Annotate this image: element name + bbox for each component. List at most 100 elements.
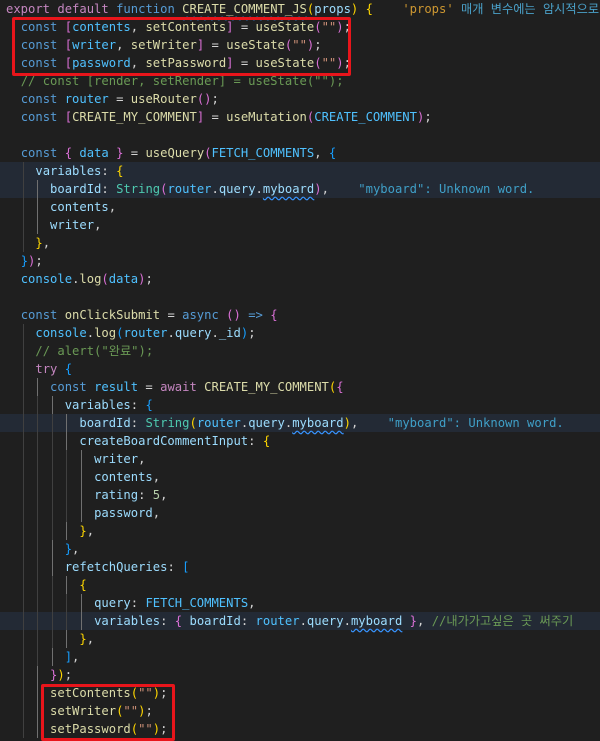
code-token: default [57, 2, 109, 16]
code-token: = [123, 146, 146, 160]
code-line[interactable]: writer, [0, 216, 600, 234]
code-line[interactable]: try { [0, 360, 600, 378]
code-line[interactable]: console.log(data); [0, 270, 600, 288]
indent-guide [37, 432, 39, 450]
indent-guide [81, 504, 82, 522]
indent-guide [81, 612, 82, 630]
code-line[interactable]: const result = await CREATE_MY_COMMENT({ [0, 378, 600, 396]
indent-guide [37, 540, 39, 558]
code-token: data [108, 272, 139, 286]
code-token: ( [189, 416, 197, 430]
code-line[interactable]: }, [0, 234, 600, 252]
indent-guide [51, 450, 53, 468]
code-token: ) [314, 182, 322, 196]
code-token: { [365, 2, 373, 16]
code-line[interactable]: export default function CREATE_COMMENT_J… [0, 0, 600, 18]
code-line[interactable]: }, [0, 522, 600, 540]
code-token: , [86, 524, 95, 538]
code-line[interactable]: // alert("완료"); [0, 342, 600, 360]
code-token: () [196, 92, 212, 106]
code-line[interactable]: const router = useRouter(); [0, 90, 600, 108]
code-token: FETCH_COMMENTS [211, 146, 315, 160]
code-line[interactable] [0, 126, 600, 144]
code-token: CREATE_MY_COMMENT [204, 380, 329, 394]
code-line[interactable]: query: FETCH_COMMENTS, [0, 594, 600, 612]
indent-guide [22, 720, 24, 738]
code-line[interactable]: rating: 5, [0, 486, 600, 504]
code-token: const [50, 380, 87, 394]
indent-guide [37, 594, 39, 612]
code-line[interactable]: boardId: String(router.query.myboard), "… [0, 180, 600, 198]
indent-guide [37, 648, 39, 666]
code-line[interactable]: }); [0, 252, 600, 270]
code-token: , [108, 200, 117, 214]
indent-guide [37, 576, 39, 594]
code-token: { [64, 362, 73, 376]
code-line[interactable]: { [0, 576, 600, 594]
code-token: _id [218, 326, 241, 340]
code-token: . [211, 182, 219, 196]
indent-guide [51, 540, 53, 558]
code-token: , [138, 452, 146, 466]
code-line[interactable]: contents, [0, 468, 600, 486]
code-line[interactable]: const onClickSubmit = async () => { [0, 306, 600, 324]
code-line[interactable]: password, [0, 504, 600, 522]
code-token: variables [35, 164, 102, 178]
code-line[interactable] [0, 288, 600, 306]
code-line[interactable]: }); [0, 666, 600, 684]
code-token: String [145, 416, 190, 430]
indent-guide [51, 558, 53, 576]
inline-diagnostic-hint: "myboard": Unknown word. [387, 416, 564, 430]
indent-guide [51, 468, 53, 486]
code-line[interactable]: variables: { [0, 162, 600, 180]
indent-guide [37, 216, 39, 234]
code-line[interactable]: contents, [0, 198, 600, 216]
code-token: boardId [189, 614, 241, 628]
code-token: [ [182, 560, 190, 574]
code-line[interactable]: }, [0, 540, 600, 558]
code-token: log [79, 272, 102, 286]
indent-guide [66, 630, 68, 648]
code-line[interactable]: console.log(router.query._id); [0, 324, 600, 342]
code-token: : [130, 398, 146, 412]
code-line[interactable]: variables: { [0, 396, 600, 414]
code-token: console [35, 326, 87, 340]
code-token: router [255, 614, 300, 628]
code-token: [ [64, 110, 73, 124]
code-line[interactable]: refetchQueries: [ [0, 558, 600, 576]
code-token: myboard [262, 182, 315, 196]
indentation [6, 416, 79, 430]
code-comment: // const [render, setRender] = useState(… [20, 74, 344, 88]
code-editor[interactable]: export default function CREATE_COMMENT_J… [0, 0, 600, 739]
code-line[interactable]: ], [0, 648, 600, 666]
indentation [6, 650, 65, 664]
code-line[interactable]: boardId: String(router.query.myboard), "… [0, 414, 600, 432]
indent-guide [22, 360, 24, 378]
code-token: boardId [50, 182, 102, 196]
code-token: router [64, 92, 109, 106]
code-token: = [108, 92, 131, 106]
indent-guide [37, 558, 39, 576]
code-token: : [101, 164, 117, 178]
highlight-box-state-resets [41, 684, 175, 741]
indent-guide [22, 702, 24, 720]
code-line[interactable]: createBoardCommentInput: { [0, 432, 600, 450]
code-line[interactable]: writer, [0, 450, 600, 468]
code-token: ( [101, 272, 109, 286]
indentation [6, 560, 65, 574]
indentation [6, 236, 35, 250]
indent-guide [22, 630, 24, 648]
code-token: , [248, 596, 256, 610]
indent-guide [51, 504, 53, 522]
code-line[interactable]: const [CREATE_MY_COMMENT] = useMutation(… [0, 108, 600, 126]
code-line[interactable]: variables: { boardId: router.query.myboa… [0, 612, 600, 630]
code-line[interactable]: const { data } = useQuery(FETCH_COMMENTS… [0, 144, 600, 162]
code-token: refetchQueries [64, 560, 168, 574]
indent-guide [37, 702, 39, 720]
code-token: . [299, 614, 307, 628]
indent-guide [22, 522, 24, 540]
code-line[interactable]: }, [0, 630, 600, 648]
code-token: } [409, 614, 418, 628]
